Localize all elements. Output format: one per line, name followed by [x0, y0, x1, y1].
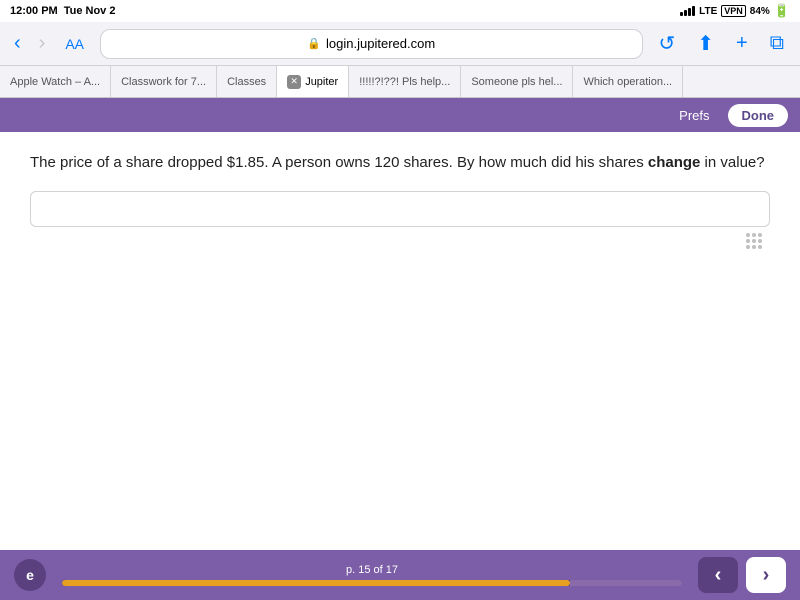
app-logo: e: [14, 559, 46, 591]
tab-help1[interactable]: !!!!!?!??! Pls help...: [349, 66, 461, 97]
tab-label: Classwork for 7...: [121, 76, 206, 88]
tab-jupiter[interactable]: ✕ Jupiter: [277, 66, 349, 97]
content-spacer: [30, 257, 770, 507]
status-right: LTE VPN 84% 🔋: [680, 3, 790, 19]
reload-button[interactable]: ↺: [653, 29, 682, 58]
nav-arrows: ‹ ›: [698, 557, 786, 593]
tab-close-icon[interactable]: ✕: [287, 75, 301, 89]
tabs-bar: Apple Watch – A... Classwork for 7... Cl…: [0, 66, 800, 98]
logo-text: e: [26, 567, 34, 583]
progress-label: p. 15 of 17: [346, 564, 398, 576]
address-bar[interactable]: 🔒 login.jupitered.com: [100, 29, 642, 59]
battery-icon: 🔋: [774, 3, 790, 19]
signal-bars-icon: [680, 6, 695, 16]
tab-operation[interactable]: Which operation...: [573, 66, 683, 97]
progress-bar: [62, 580, 682, 586]
battery-percent: 84%: [750, 6, 770, 17]
back-button[interactable]: ‹: [10, 30, 25, 57]
vpn-badge: VPN: [721, 5, 746, 17]
question-text-before: The price of a share dropped $1.85. A pe…: [30, 154, 648, 171]
status-time: 12:00 PM: [10, 5, 58, 17]
question-bold-text: change: [648, 154, 701, 171]
status-bar: 12:00 PM Tue Nov 2 LTE VPN 84% 🔋: [0, 0, 800, 22]
status-date: Tue Nov 2: [64, 5, 116, 17]
progress-remaining: [570, 580, 682, 586]
forward-button[interactable]: ›: [35, 30, 50, 57]
tab-apple-watch[interactable]: Apple Watch – A...: [0, 66, 111, 97]
answer-input[interactable]: [30, 191, 770, 227]
tab-label: Apple Watch – A...: [10, 76, 100, 88]
question-text: The price of a share dropped $1.85. A pe…: [30, 152, 770, 175]
tab-label: !!!!!?!??! Pls help...: [359, 76, 450, 88]
tab-label: Someone pls hel...: [471, 76, 562, 88]
progress-section: p. 15 of 17: [46, 564, 698, 586]
prev-page-button[interactable]: ‹: [698, 557, 738, 593]
tabs-overview-button[interactable]: ⧉: [764, 30, 790, 57]
tab-classes[interactable]: Classes: [217, 66, 277, 97]
done-button[interactable]: Done: [728, 104, 789, 127]
main-content: The price of a share dropped $1.85. A pe…: [0, 132, 800, 527]
tab-label: Classes: [227, 76, 266, 88]
reader-mode-button[interactable]: AA: [59, 34, 90, 54]
browser-chrome: ‹ › AA 🔒 login.jupitered.com ↺ ⬆ + ⧉: [0, 22, 800, 66]
status-left: 12:00 PM Tue Nov 2: [10, 5, 115, 17]
tab-label: Which operation...: [583, 76, 672, 88]
tab-label: Jupiter: [305, 76, 338, 88]
add-tab-button[interactable]: +: [730, 30, 754, 57]
purple-toolbar: Prefs Done: [0, 98, 800, 132]
next-page-button[interactable]: ›: [746, 557, 786, 593]
question-text-after: in value?: [700, 154, 764, 171]
dots-grid-icon: [30, 227, 770, 257]
prefs-button[interactable]: Prefs: [671, 104, 717, 127]
address-text: login.jupitered.com: [326, 36, 435, 51]
share-button[interactable]: ⬆: [691, 29, 720, 58]
lte-label: LTE: [699, 6, 717, 17]
tab-classwork[interactable]: Classwork for 7...: [111, 66, 217, 97]
tab-help2[interactable]: Someone pls hel...: [461, 66, 573, 97]
lock-icon: 🔒: [307, 37, 321, 50]
bottom-bar: e p. 15 of 17 ‹ ›: [0, 550, 800, 600]
progress-fill: [62, 580, 570, 586]
